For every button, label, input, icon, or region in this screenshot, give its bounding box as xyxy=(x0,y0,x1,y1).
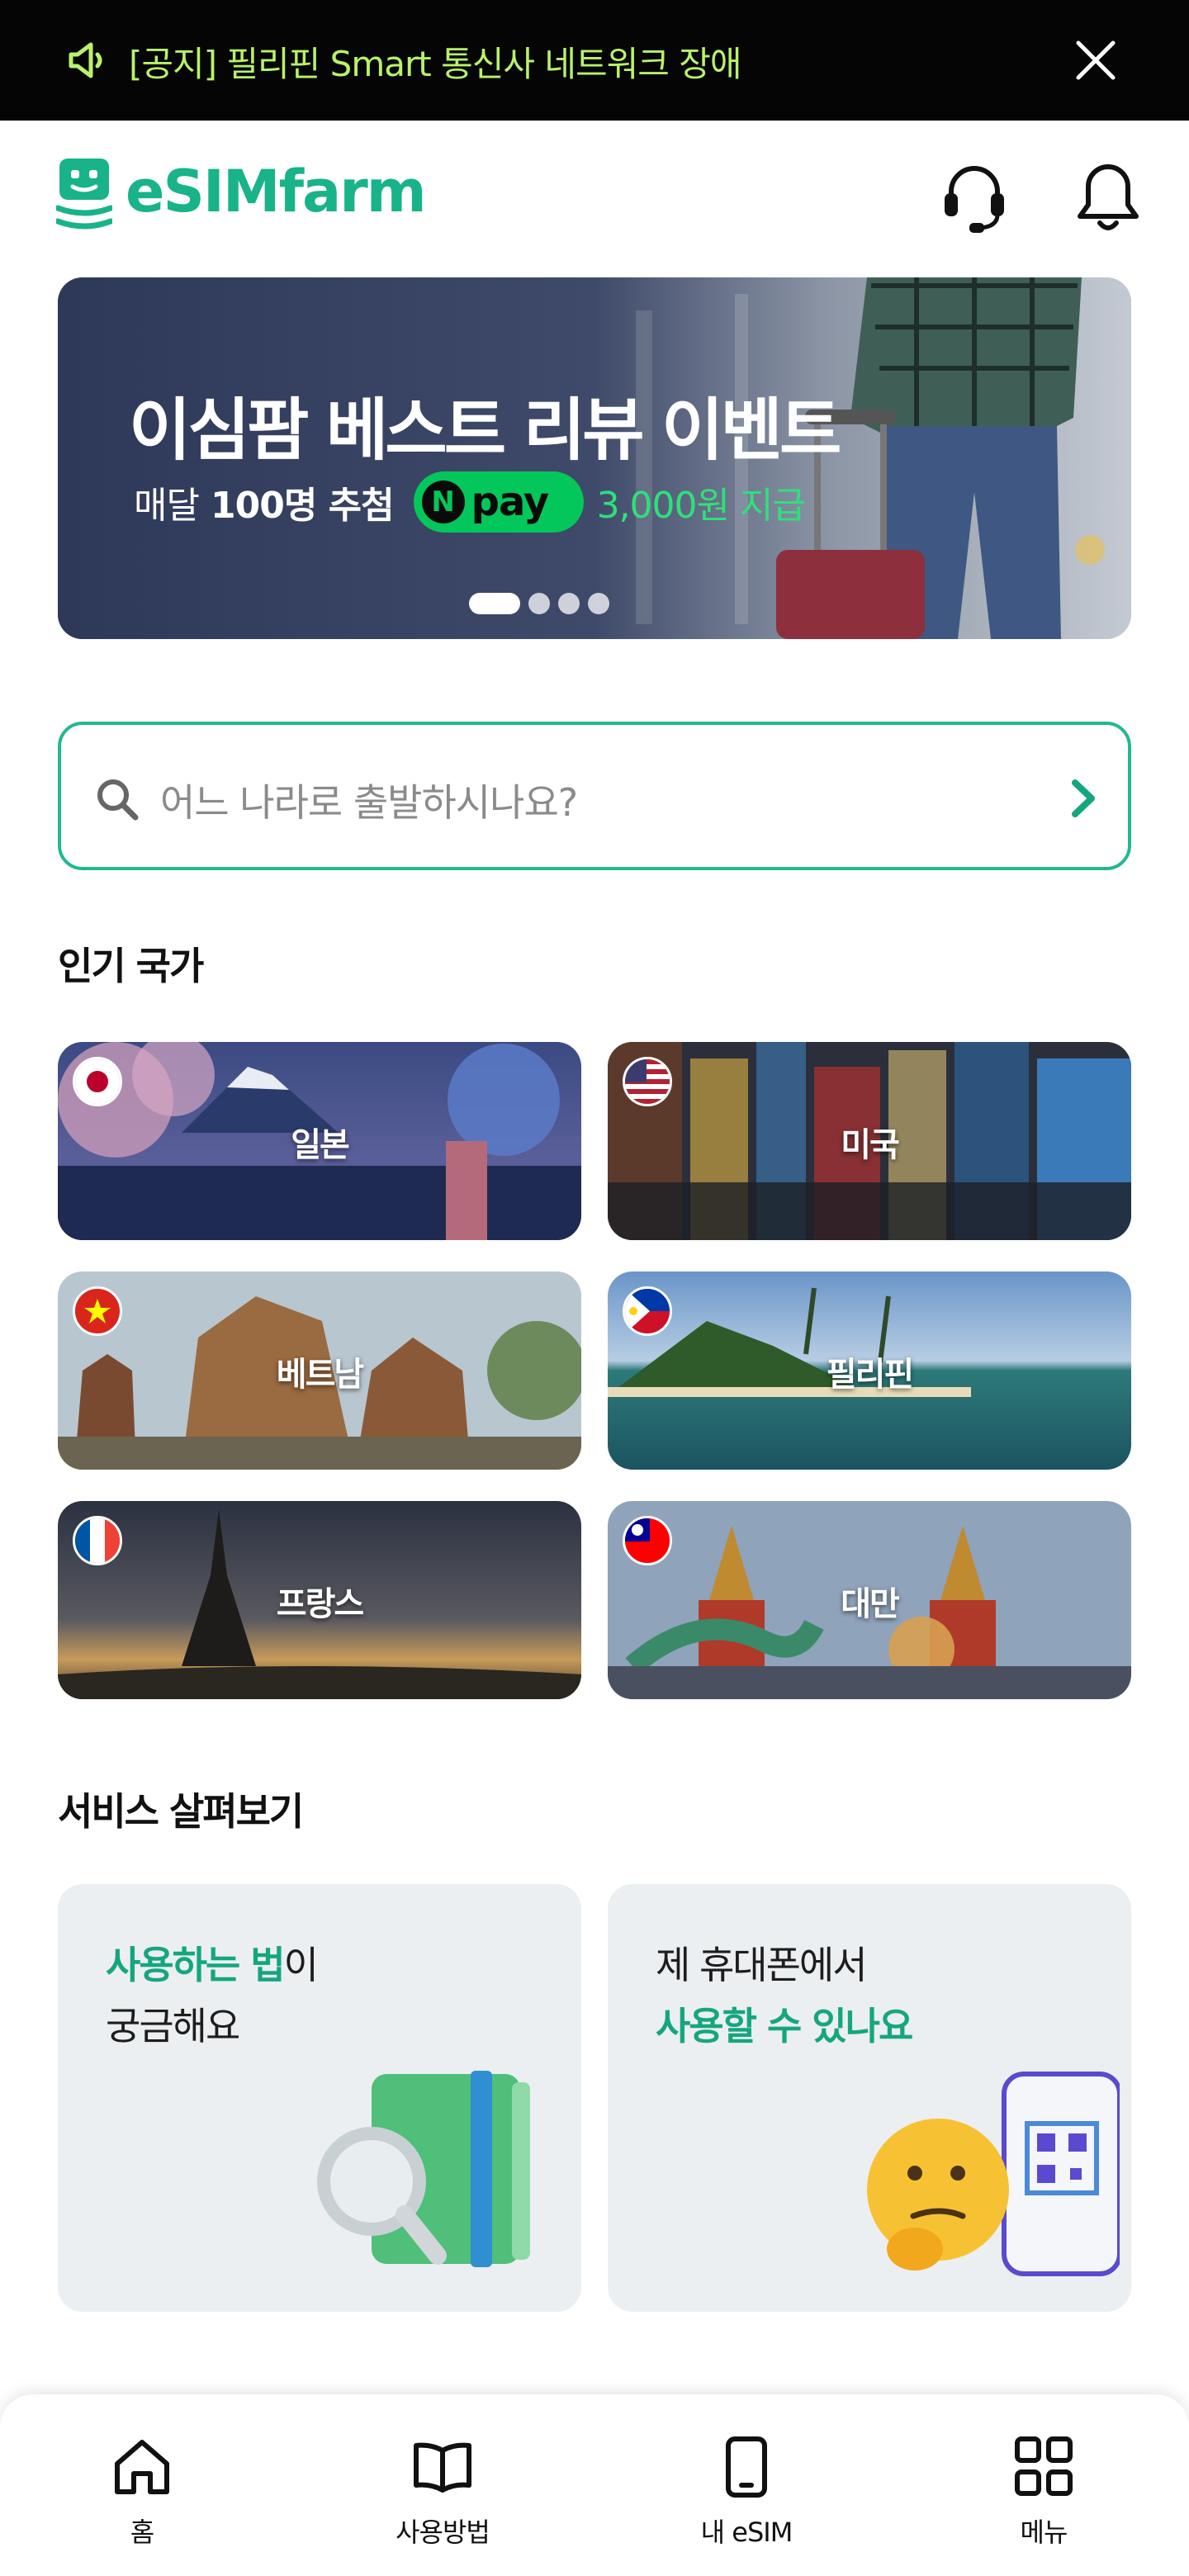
notice-text[interactable]: [공지] 필리핀 Smart 통신사 네트워크 장애 xyxy=(129,36,742,87)
services-title: 서비스 살펴보기 xyxy=(58,1789,304,1834)
country-card-japan[interactable]: 일본 xyxy=(58,1042,581,1240)
speaker-icon xyxy=(69,42,102,78)
app-page: [공지] 필리핀 Smart 통신사 네트워크 장애 eSIMfarm 이심팜 … xyxy=(0,0,1189,2576)
service-card-line-1: 사용하는 법이 xyxy=(106,1935,319,1990)
country-name: 프랑스 xyxy=(276,1585,364,1623)
banner-dot-2[interactable] xyxy=(528,593,550,614)
country-card-philippines[interactable]: 필리핀 xyxy=(608,1271,1131,1470)
service-card-how-to-use[interactable]: 사용하는 법이 궁금해요 xyxy=(58,1884,581,2312)
chevron-right-icon[interactable] xyxy=(1065,776,1101,821)
nav-menu[interactable]: 메뉴 xyxy=(961,2436,1126,2551)
service-card-compatibility[interactable]: 제 휴대폰에서 사용할 수 있나요 xyxy=(608,1884,1131,2312)
phone-icon xyxy=(726,2436,767,2498)
country-name: 대만 xyxy=(841,1585,900,1623)
grid-menu-icon xyxy=(1015,2436,1073,2496)
france-flag-icon xyxy=(73,1516,122,1565)
country-search-box[interactable]: 어느 나라로 출발하시나요? xyxy=(58,722,1131,870)
philippines-flag-icon xyxy=(623,1286,672,1336)
home-icon xyxy=(115,2440,169,2494)
search-input[interactable]: 어느 나라로 출발하시나요? xyxy=(160,773,578,827)
brand-logo[interactable]: eSIMfarm xyxy=(56,157,452,233)
country-name: 베트남 xyxy=(276,1356,364,1394)
book-icon xyxy=(414,2442,471,2493)
country-name: 미국 xyxy=(841,1126,900,1164)
country-card-taiwan[interactable]: 대만 xyxy=(608,1501,1131,1699)
vietnam-flag-icon xyxy=(73,1286,122,1336)
country-card-usa[interactable]: 미국 xyxy=(608,1042,1131,1240)
headset-icon[interactable] xyxy=(940,160,1009,234)
logo-mark-icon xyxy=(56,159,112,230)
banner-dot-3[interactable] xyxy=(558,593,580,614)
guidebook-magnifier-icon xyxy=(317,2071,530,2267)
nav-my-esim[interactable]: 내 eSIM xyxy=(664,2436,829,2551)
nav-menu-label: 메뉴 xyxy=(1020,2517,1068,2548)
popular-countries-title: 인기 국가 xyxy=(58,944,204,988)
country-name: 일본 xyxy=(291,1126,350,1164)
npay-badge: N pay xyxy=(413,471,584,533)
nav-my-esim-label: 내 eSIM xyxy=(700,2517,793,2548)
thinking-emoji-phone-qr-icon xyxy=(867,2072,1120,2276)
search-icon xyxy=(97,779,139,821)
service-card-highlight: 사용하는 법 xyxy=(106,1943,286,1987)
service-card-line-2: 사용할 수 있나요 xyxy=(656,2004,913,2048)
service-card-line-2: 궁금해요 xyxy=(106,2004,240,2048)
usa-flag-icon xyxy=(623,1057,672,1106)
banner-sub-bold: 100명 추첨 xyxy=(210,485,395,527)
taiwan-flag-icon xyxy=(623,1516,672,1565)
banner-title: 이심팜 베스트 리뷰 이벤트 xyxy=(129,391,841,470)
close-icon[interactable] xyxy=(1073,38,1118,83)
nav-how-to-use-label: 사용방법 xyxy=(396,2517,490,2548)
bell-icon[interactable] xyxy=(1073,160,1143,234)
npay-word: pay xyxy=(471,479,550,525)
banner-sub-prefix: 매달 xyxy=(134,485,200,527)
banner-dot-1[interactable] xyxy=(469,593,520,614)
banner-sub-reward: 3,000원 지급 xyxy=(596,485,806,527)
banner-subtitle: 매달 100명 추첨 N pay 3,000원 지급 xyxy=(134,469,806,535)
nav-home[interactable]: 홈 xyxy=(59,2436,225,2551)
japan-flag-icon xyxy=(73,1057,122,1106)
country-card-france[interactable]: 프랑스 xyxy=(58,1501,581,1699)
bottom-navigation: 홈 사용방법 내 eSIM 메뉴 xyxy=(0,2394,1189,2576)
country-name: 필리핀 xyxy=(826,1356,914,1394)
notice-bar[interactable]: [공지] 필리핀 Smart 통신사 네트워크 장애 xyxy=(0,0,1189,121)
npay-n-icon: N xyxy=(421,481,465,523)
country-card-vietnam[interactable]: 베트남 xyxy=(58,1271,581,1470)
service-card-text: 이 xyxy=(283,1943,319,1987)
logo-wordmark: eSIMfarm xyxy=(126,158,427,225)
nav-how-to-use[interactable]: 사용방법 xyxy=(360,2436,525,2551)
promo-banner[interactable]: 이심팜 베스트 리뷰 이벤트 매달 100명 추첨 N pay 3,000원 지… xyxy=(58,277,1131,639)
service-card-line-1: 제 휴대폰에서 xyxy=(656,1943,868,1987)
banner-dot-4[interactable] xyxy=(588,593,609,614)
nav-home-label: 홈 xyxy=(130,2517,154,2548)
banner-pagination xyxy=(469,593,618,614)
